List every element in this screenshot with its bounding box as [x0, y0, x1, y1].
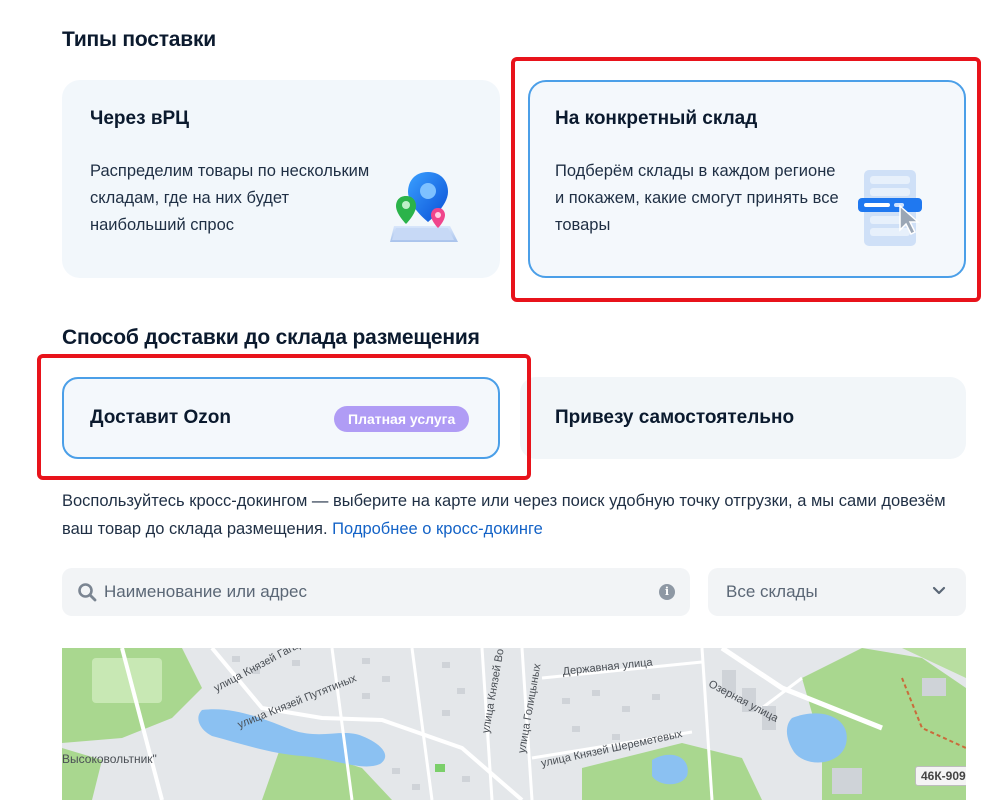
map-label: Высоковольтник": [62, 752, 157, 766]
supply-type-card-specific-warehouse[interactable]: На конкретный склад Подберём склады в ка…: [528, 80, 966, 278]
card-description: Распределим товары по нескольким складам…: [90, 162, 370, 234]
warehouse-list-icon: [858, 170, 922, 246]
chevron-down-icon: [932, 586, 946, 595]
supply-type-card-vrc[interactable]: Через вРЦ Распределим товары по нескольк…: [62, 80, 500, 278]
search-icon: [78, 583, 97, 602]
cross-docking-link[interactable]: Подробнее о кросс-докинге: [332, 520, 543, 538]
map-pins-icon: [390, 172, 458, 242]
paid-service-badge: Платная услуга: [334, 406, 470, 432]
map-canvas: [62, 648, 966, 800]
option-label: Доставит Ozon: [90, 407, 231, 428]
select-value: Все склады: [726, 582, 818, 601]
search-input[interactable]: [104, 568, 644, 616]
delivery-option-ozon[interactable]: Доставит Ozon Платная услуга: [62, 377, 500, 459]
road-number-badge: 46К-909: [915, 766, 966, 786]
card-title: Через вРЦ: [90, 108, 190, 129]
card-description: Подберём склады в каждом регионе и покаж…: [555, 162, 839, 234]
map[interactable]: улица Князей Гагариных улица Князей Путя…: [62, 648, 966, 800]
section-title-delivery-method: Способ доставки до склада размещения: [62, 326, 480, 349]
delivery-option-self[interactable]: Привезу самостоятельно: [520, 377, 966, 459]
card-title: На конкретный склад: [555, 108, 758, 129]
warehouse-select[interactable]: Все склады: [708, 568, 966, 616]
search-field[interactable]: i: [62, 568, 690, 616]
cross-docking-info: Воспользуйтесь кросс-докингом — выберите…: [62, 487, 972, 543]
info-icon[interactable]: i: [659, 584, 675, 600]
section-title-supply-types: Типы поставки: [62, 28, 216, 51]
option-label: Привезу самостоятельно: [555, 407, 795, 428]
